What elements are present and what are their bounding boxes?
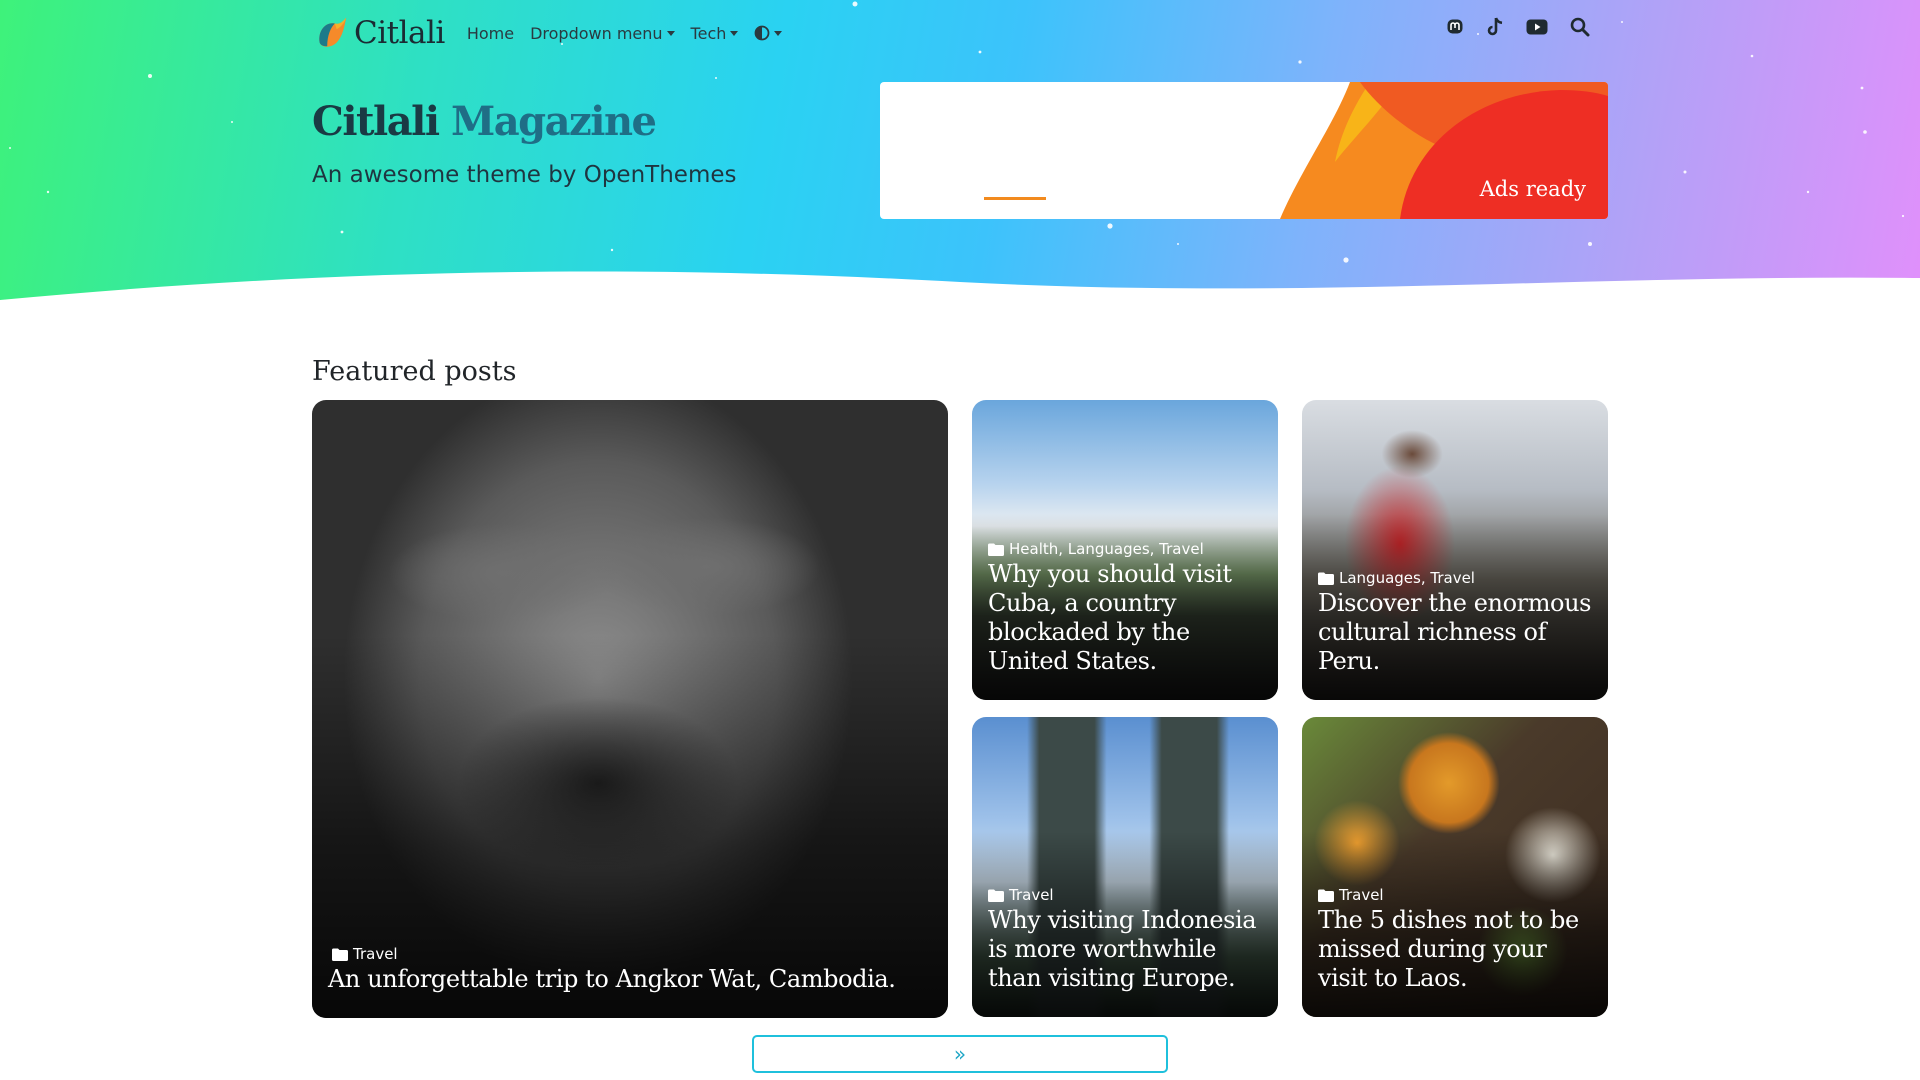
brand-name: Citlali xyxy=(354,15,445,51)
mastodon-icon xyxy=(1447,19,1463,34)
featured-card-cuba[interactable]: Health, Languages, Travel Why you should… xyxy=(972,400,1278,700)
featured-heading: Featured posts xyxy=(312,356,517,387)
chevron-down-icon xyxy=(730,30,739,36)
theme-toggle[interactable] xyxy=(754,25,783,41)
youtube-icon xyxy=(1526,19,1548,35)
featured-card-peru[interactable]: Languages, Travel Discover the enormous … xyxy=(1302,400,1608,700)
folder-icon xyxy=(1318,572,1334,585)
post-title[interactable]: Discover the enormous cultural richness … xyxy=(1318,589,1602,676)
site-title-part1: Citlali xyxy=(312,98,440,145)
folder-icon xyxy=(988,889,1004,902)
post-title[interactable]: Why visiting Indonesia is more worthwhil… xyxy=(988,906,1272,993)
double-chevron-right-icon: » xyxy=(953,1042,967,1066)
search-icon xyxy=(1570,17,1590,37)
youtube-link[interactable] xyxy=(1526,19,1548,35)
search-button[interactable] xyxy=(1570,17,1590,37)
ad-banner[interactable]: Ads ready xyxy=(880,82,1608,219)
tiktok-link[interactable] xyxy=(1486,17,1504,37)
folder-icon xyxy=(332,948,348,961)
mastodon-link[interactable] xyxy=(1446,18,1464,36)
chevron-down-icon xyxy=(774,30,783,36)
featured-card-angkor[interactable]: Travel An unforgettable trip to Angkor W… xyxy=(312,400,948,1018)
social-links xyxy=(1446,17,1590,37)
card-meta: Travel Why visiting Indonesia is more wo… xyxy=(988,886,1272,993)
post-category-label: Languages, Travel xyxy=(1339,569,1475,587)
tiktok-icon xyxy=(1487,17,1503,36)
post-category-label: Travel xyxy=(353,945,398,963)
contrast-icon xyxy=(754,25,770,41)
post-category-label: Travel xyxy=(1339,886,1384,904)
nav-item-home[interactable]: Home xyxy=(467,24,514,43)
nav-item-dropdown-menu[interactable]: Dropdown menu xyxy=(530,23,675,43)
post-category[interactable]: Languages, Travel xyxy=(1318,569,1602,587)
post-category[interactable]: Health, Languages, Travel xyxy=(988,540,1272,558)
nav-item-label: Home xyxy=(466,23,515,43)
nav-item-label: Dropdown menu xyxy=(530,23,663,43)
featured-grid: Travel An unforgettable trip to Angkor W… xyxy=(312,400,1608,1020)
card-meta: Travel An unforgettable trip to Angkor W… xyxy=(328,945,942,994)
ad-underline xyxy=(984,197,1046,200)
more-posts-button[interactable]: » xyxy=(752,1035,1168,1073)
site-title-part2: Magazine xyxy=(450,98,657,145)
navbar: Citlali Home Dropdown menu Tech xyxy=(312,10,1608,56)
wave-divider xyxy=(0,271,1920,300)
card-meta: Health, Languages, Travel Why you should… xyxy=(988,540,1272,676)
main-nav: Home Dropdown menu Tech xyxy=(467,24,783,43)
brand-link[interactable]: Citlali xyxy=(312,14,445,52)
card-meta: Languages, Travel Discover the enormous … xyxy=(1318,569,1602,676)
post-title[interactable]: The 5 dishes not to be missed during you… xyxy=(1318,906,1602,993)
post-category[interactable]: Travel xyxy=(988,886,1272,904)
post-title[interactable]: Why you should visit Cuba, a country blo… xyxy=(988,560,1272,676)
post-category-label: Health, Languages, Travel xyxy=(1009,540,1204,558)
nav-item-label: Tech xyxy=(690,23,727,43)
post-category[interactable]: Travel xyxy=(332,945,942,963)
ad-label: Ads ready xyxy=(1479,177,1586,201)
folder-icon xyxy=(988,543,1004,556)
brand-logo-icon xyxy=(319,17,347,47)
card-meta: Travel The 5 dishes not to be missed dur… xyxy=(1318,886,1602,993)
nav-item-tech[interactable]: Tech xyxy=(691,24,739,43)
folder-icon xyxy=(1318,889,1334,902)
post-category[interactable]: Travel xyxy=(1318,886,1602,904)
chevron-down-icon xyxy=(666,30,675,36)
featured-card-indonesia[interactable]: Travel Why visiting Indonesia is more wo… xyxy=(972,717,1278,1017)
featured-card-laos[interactable]: Travel The 5 dishes not to be missed dur… xyxy=(1302,717,1608,1017)
post-title[interactable]: An unforgettable trip to Angkor Wat, Cam… xyxy=(328,965,942,994)
post-category-label: Travel xyxy=(1009,886,1054,904)
